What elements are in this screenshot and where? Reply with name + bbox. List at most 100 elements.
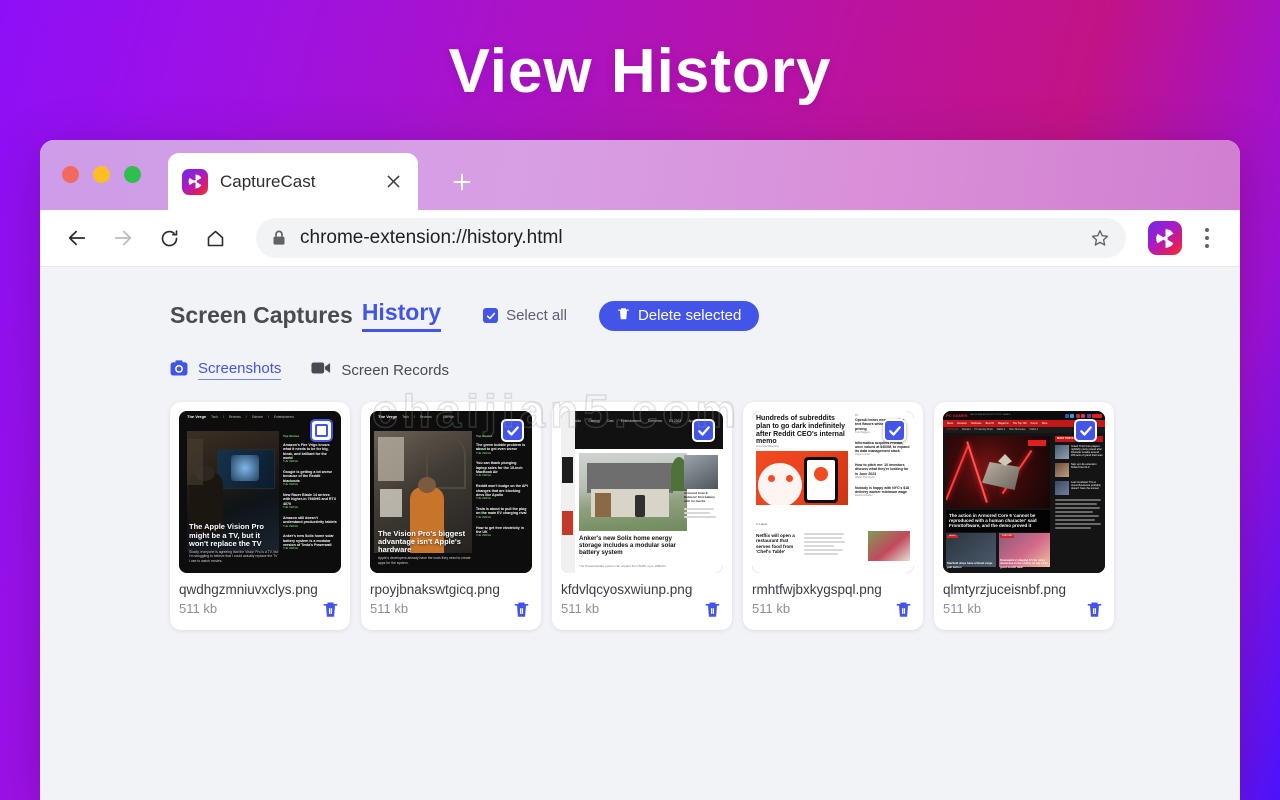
preview-nav-item: Tomorrow bbox=[647, 418, 662, 423]
close-icon[interactable] bbox=[382, 171, 404, 193]
screenshot-filesize: 511 kb bbox=[943, 601, 982, 616]
screenshot-grid: chaijian5.com The Verge Tech / Reviews /… bbox=[170, 384, 1240, 630]
preview-subtitle: The Powerwall-like system can expand fro… bbox=[579, 564, 667, 569]
page-title-accent: History bbox=[361, 299, 442, 332]
delete-screenshot-button[interactable] bbox=[1086, 601, 1103, 619]
screenshot-card[interactable]: The Verge Tech / Reviews / Science The V… bbox=[361, 402, 541, 630]
screenshot-filesize: 511 kb bbox=[561, 601, 600, 616]
delete-screenshot-button[interactable] bbox=[322, 601, 339, 619]
delete-screenshot-button[interactable] bbox=[704, 601, 721, 619]
lock-icon bbox=[272, 230, 286, 246]
select-all-label: Select all bbox=[506, 307, 567, 324]
window-close-button[interactable] bbox=[62, 166, 79, 183]
delete-selected-button[interactable]: Delete selected bbox=[598, 300, 760, 331]
preview-nav-item: Forum bbox=[1030, 421, 1038, 425]
screenshot-thumbnail[interactable]: The Verge Tech / Reviews / Science The V… bbox=[370, 411, 532, 573]
preview-sidebar-item: Grand Theft Auto players rightfully pret… bbox=[1071, 445, 1103, 458]
preview-nav-item: Tech bbox=[402, 414, 409, 419]
preview-nav-item: Best Of bbox=[985, 421, 994, 425]
reload-icon[interactable] bbox=[150, 219, 188, 257]
omnibox[interactable]: chrome-extension://history.html bbox=[256, 218, 1126, 258]
preview-nav-item: Reviews bbox=[419, 414, 432, 419]
browser-window: CaptureCast chrome-extension://history.h… bbox=[40, 140, 1240, 800]
preview-subnav-item: Diablo 4 bbox=[1029, 428, 1039, 431]
preview-subtitle: Apple's developers already have the tool… bbox=[378, 556, 471, 565]
tab-screenshots-label: Screenshots bbox=[198, 360, 282, 380]
screenshot-select-checkbox[interactable] bbox=[1074, 419, 1097, 442]
preview-subnav-item: POPULAR bbox=[947, 428, 958, 431]
screenshot-filesize: 511 kb bbox=[752, 601, 791, 616]
preview-bottom-headline: Netflix will open a restaurant that serv… bbox=[756, 533, 795, 554]
screenshot-card[interactable]: PC GAMER THE GLOBAL AUTHORITY ON PC GAME… bbox=[934, 402, 1114, 630]
star-icon[interactable] bbox=[1090, 228, 1110, 248]
preview-sidebar-author: Rebecca Bellan bbox=[855, 494, 873, 498]
kebab-menu-icon[interactable] bbox=[1192, 228, 1222, 248]
window-maximize-button[interactable] bbox=[124, 166, 141, 183]
screenshot-thumbnail[interactable]: Audio Gaming Cars Entertainment Tomorrow… bbox=[561, 411, 723, 573]
preview-latest-label: in Latest bbox=[756, 522, 768, 526]
window-minimize-button[interactable] bbox=[93, 166, 110, 183]
screenshot-card[interactable]: Hundreds of subreddits plan to go dark i… bbox=[743, 402, 923, 630]
browser-tab-capturecast[interactable]: CaptureCast bbox=[168, 153, 418, 210]
screenshot-select-checkbox[interactable] bbox=[501, 419, 524, 442]
screenshot-thumbnail[interactable]: The Verge Tech / Reviews / Science / Ent… bbox=[179, 411, 341, 573]
preview-sidebar-item: Nobody is happy with NYC's $18 delivery … bbox=[855, 485, 910, 494]
preview-sidebar-item: Reddit won't budge on the API changes th… bbox=[476, 484, 528, 497]
tab-screen-records[interactable]: Screen Records bbox=[311, 361, 449, 379]
preview-sidebar-item: How to pitch me: 10 investors discuss wh… bbox=[855, 463, 909, 476]
select-all-control[interactable]: Select all bbox=[483, 307, 567, 324]
preview-sidebar-item: Google is getting a lot worse because of… bbox=[283, 470, 333, 483]
screenshot-thumbnail[interactable]: PC GAMER THE GLOBAL AUTHORITY ON PC GAME… bbox=[943, 411, 1105, 573]
tab-screenshots[interactable]: Screenshots bbox=[170, 360, 282, 380]
capturecast-extension-icon[interactable] bbox=[1148, 221, 1182, 255]
delete-selected-label: Delete selected bbox=[637, 307, 742, 324]
browser-tab-strip: CaptureCast bbox=[40, 140, 1240, 210]
preview-byline: Amanda Silberling bbox=[756, 444, 779, 448]
extension-history-page: Screen Captures History Select all Delet… bbox=[40, 267, 1240, 800]
arrow-left-icon[interactable] bbox=[58, 219, 96, 257]
screenshot-card[interactable]: Audio Gaming Cars Entertainment Tomorrow… bbox=[552, 402, 732, 630]
plus-icon[interactable] bbox=[448, 168, 476, 196]
preview-sidebar-item: Amazon's Fire Vrigo knows what it needs … bbox=[283, 442, 330, 460]
screenshot-select-checkbox[interactable] bbox=[883, 419, 906, 442]
preview-sidebar-item: Amazon still doesn't understand producti… bbox=[283, 515, 337, 525]
home-icon[interactable] bbox=[196, 219, 234, 257]
window-traffic-lights bbox=[62, 166, 141, 183]
preview-nav-item: Science bbox=[251, 414, 264, 419]
preview-sidebar-item: Anker's new Solix home solar battery sys… bbox=[283, 534, 334, 547]
preview-nav-item: Hardware bbox=[970, 421, 982, 425]
preview-headline: The action in Armored Core 6 'cannot be … bbox=[949, 513, 1037, 529]
screenshot-thumbnail[interactable]: Hundreds of subreddits plan to go dark i… bbox=[752, 411, 914, 573]
preview-sidebar-author: Walter Thompson bbox=[855, 475, 875, 479]
preview-subnav-item: Diablo 4 bbox=[996, 428, 1006, 431]
preview-sidebar-author: Ingrid Lunden bbox=[855, 453, 871, 457]
preview-site-name: The Verge bbox=[378, 414, 398, 419]
preview-sidebar-item: Tesla is about to pull the plug on the m… bbox=[476, 507, 527, 516]
screenshot-select-checkbox[interactable] bbox=[310, 419, 333, 442]
arrow-right-icon[interactable] bbox=[104, 219, 142, 257]
video-camera-icon bbox=[311, 361, 331, 379]
delete-screenshot-button[interactable] bbox=[513, 601, 530, 619]
preview-bottom-item: Overwatch 2 shaping 6 5 for story showca… bbox=[1000, 557, 1048, 569]
delete-screenshot-button[interactable] bbox=[895, 601, 912, 619]
preview-nav-item: The Top 100 bbox=[1012, 421, 1027, 425]
preview-nav-item: Cars bbox=[606, 418, 614, 423]
preview-nav-item: Entertainment bbox=[620, 418, 641, 423]
screenshot-select-checkbox[interactable] bbox=[692, 419, 715, 442]
omnibox-url-text[interactable]: chrome-extension://history.html bbox=[300, 227, 1080, 249]
preview-subnav-item: PC Gaming Show bbox=[974, 428, 993, 431]
preview-nav-item: Gaming bbox=[588, 418, 600, 423]
preview-nav-item: Tech bbox=[211, 414, 218, 419]
screenshot-card[interactable]: The Verge Tech / Reviews / Science / Ent… bbox=[170, 402, 350, 630]
check-icon bbox=[483, 308, 499, 323]
screenshot-filename: kfdvlqcyosxwiunp.png bbox=[561, 582, 693, 597]
history-header: Screen Captures History Select all Delet… bbox=[170, 299, 1240, 332]
browser-toolbar: chrome-extension://history.html bbox=[40, 210, 1240, 267]
page-title: Screen Captures bbox=[170, 302, 353, 328]
preview-sidebar-item: The green bubble problem is about to get… bbox=[476, 442, 526, 452]
screenshot-filename: qwdhgzmniuvxclys.png bbox=[179, 582, 318, 597]
preview-headline: Anker's new Solix home energy storage in… bbox=[579, 535, 676, 557]
preview-sidebar-item: Sign up Life extension finland free DLC bbox=[1071, 463, 1097, 470]
capture-type-tabs: Screenshots Screen Records bbox=[170, 360, 1240, 380]
preview-subnav-item: Starfield bbox=[961, 428, 971, 431]
